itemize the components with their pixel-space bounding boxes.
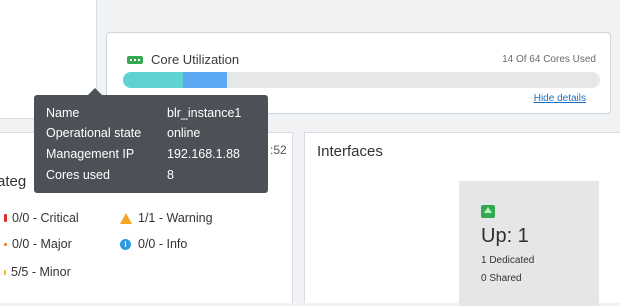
tooltip-row-name: Name blr_instance1 xyxy=(46,106,241,120)
core-bar-dedicated-segment[interactable] xyxy=(123,72,183,88)
alarm-warning[interactable]: 1/1 - Warning xyxy=(120,211,213,225)
tooltip-row-cores: Cores used 8 xyxy=(46,168,174,182)
core-chip-icon xyxy=(127,56,143,64)
core-bar-shared-segment[interactable] xyxy=(182,72,228,88)
warning-icon xyxy=(120,212,132,224)
hide-details-link[interactable]: Hide details xyxy=(534,93,586,104)
critical-marker-icon xyxy=(4,214,7,222)
tooltip-ip-value: 192.168.1.88 xyxy=(167,147,240,161)
interfaces-up-tile[interactable]: Up: 1 1 Dedicated 0 Shared xyxy=(459,181,599,306)
cores-used-count: 14 Of 64 Cores Used xyxy=(502,54,596,65)
alarms-category-title: ateg xyxy=(0,173,27,190)
interfaces-title: Interfaces xyxy=(317,143,383,160)
alarm-minor[interactable]: 5/5 - Minor xyxy=(4,265,71,279)
tooltip-state-value: online xyxy=(167,126,201,140)
tooltip-row-state: Operational state online xyxy=(46,126,200,140)
alarm-critical[interactable]: 0/0 - Critical xyxy=(4,211,79,225)
interfaces-dedicated-count: 1 Dedicated xyxy=(481,255,535,266)
alarm-warning-label: 1/1 - Warning xyxy=(138,211,213,225)
tooltip-name-value: blr_instance1 xyxy=(167,106,242,120)
tooltip-state-key: Operational state xyxy=(46,126,142,140)
alarm-critical-label: 0/0 - Critical xyxy=(12,211,79,225)
alarm-info[interactable]: i 0/0 - Info xyxy=(120,237,187,251)
alarm-minor-label: 5/5 - Minor xyxy=(11,265,71,279)
tooltip-ip-key: Management IP xyxy=(46,147,135,161)
interfaces-card: Interfaces Up: 1 1 Dedicated 0 Shared xyxy=(304,132,620,306)
interfaces-up-count: Up: 1 xyxy=(481,225,529,247)
info-icon: i xyxy=(120,238,131,250)
instance-details-tooltip: Name blr_instance1 Operational state onlin… xyxy=(34,88,268,193)
alarm-major[interactable]: 0/0 - Major xyxy=(4,237,72,251)
tooltip-row-ip: Management IP 192.168.1.88 xyxy=(46,147,240,161)
alarms-timestamp: :52 xyxy=(270,143,287,157)
major-marker-icon xyxy=(4,242,7,246)
tooltip-cores-value: 8 xyxy=(167,168,174,182)
core-utilization-bar[interactable] xyxy=(123,72,600,88)
tooltip-cores-key: Cores used xyxy=(46,168,110,182)
minor-marker-icon xyxy=(4,269,6,275)
alarm-info-label: 0/0 - Info xyxy=(138,237,188,251)
alarm-major-label: 0/0 - Major xyxy=(12,237,72,251)
tooltip-name-key: Name xyxy=(46,106,80,120)
interfaces-shared-count: 0 Shared xyxy=(481,273,522,284)
core-utilization-title: Core Utilization xyxy=(151,52,240,67)
up-arrow-icon xyxy=(481,205,495,218)
